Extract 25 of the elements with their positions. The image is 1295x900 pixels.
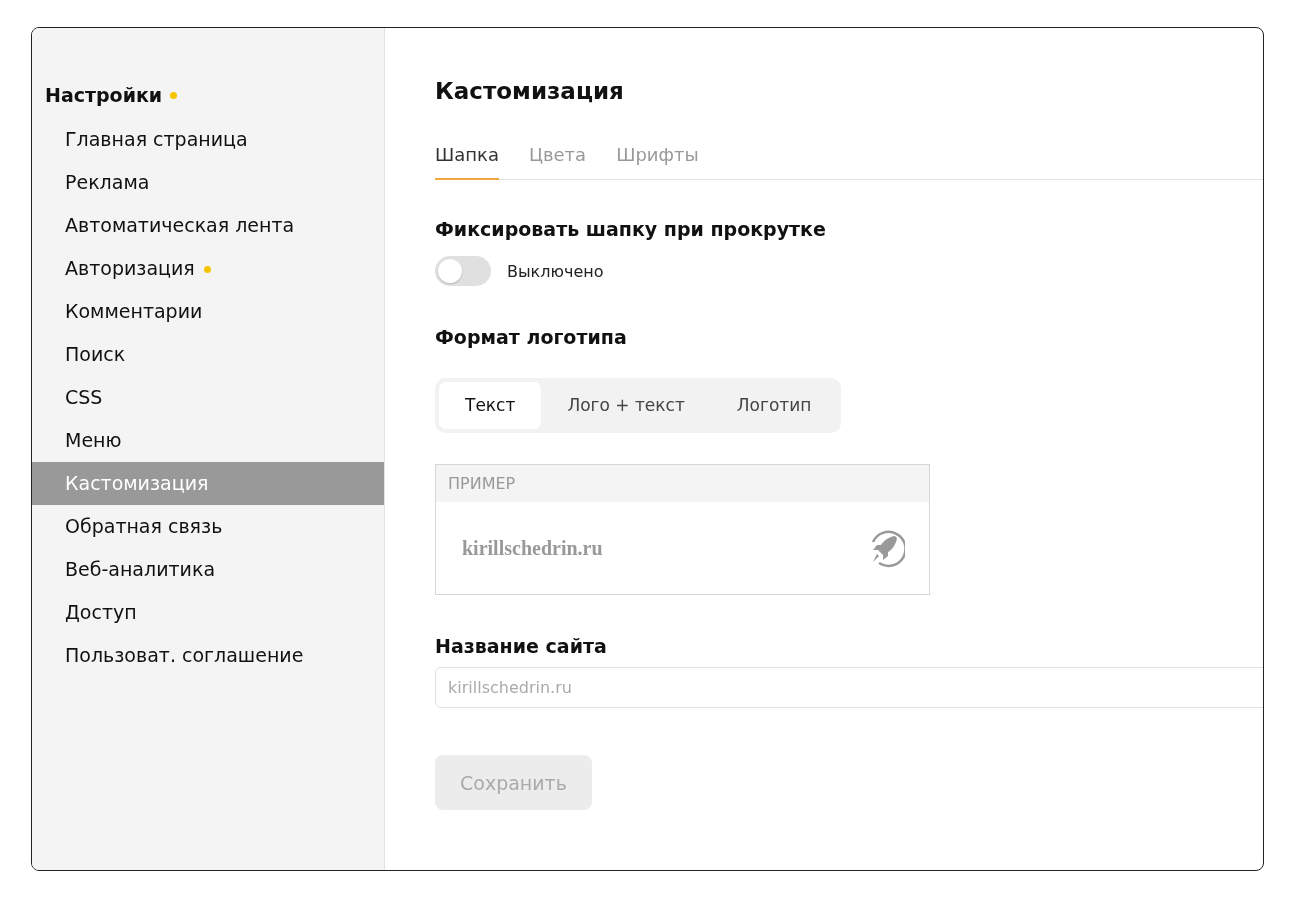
segment-option[interactable]: Текст bbox=[439, 382, 542, 429]
sidebar-item[interactable]: Доступ bbox=[32, 591, 384, 634]
section-heading: Название сайта bbox=[435, 635, 608, 657]
sidebar-item[interactable]: Поиск bbox=[32, 333, 384, 376]
sidebar-item[interactable]: Веб-аналитика bbox=[32, 548, 384, 591]
sidebar-item[interactable]: Автоматическая лента bbox=[32, 204, 384, 247]
toggle-label: Выключено bbox=[507, 261, 604, 281]
sidebar-item[interactable]: Реклама bbox=[32, 161, 384, 204]
sidebar-item[interactable]: CSS bbox=[32, 376, 384, 419]
sidebar-title: Настройки bbox=[45, 84, 163, 106]
sidebar-item[interactable]: Комментарии bbox=[32, 290, 384, 333]
sidebar-item[interactable]: Главная страница bbox=[32, 118, 384, 161]
toggle-switch[interactable] bbox=[435, 256, 491, 286]
sidebar-item[interactable]: Пользоват. соглашение bbox=[32, 634, 384, 677]
sidebar-item[interactable]: Обратная связь bbox=[32, 505, 384, 548]
preview-caption: ПРИМЕР bbox=[436, 465, 929, 502]
page-title: Кастомизация bbox=[435, 78, 625, 104]
section-heading: Формат логотипа bbox=[435, 326, 628, 348]
segment-option[interactable]: Логотип bbox=[710, 382, 838, 429]
site-logo-text: kirillschedrin.ru bbox=[462, 536, 603, 560]
segment-option[interactable]: Лого + текст bbox=[541, 382, 711, 429]
sidebar-item[interactable]: Меню bbox=[32, 419, 384, 462]
sidebar-item[interactable]: Авторизация bbox=[32, 247, 384, 290]
section-heading: Фиксировать шапку при прокрутке bbox=[435, 218, 827, 240]
tab[interactable]: Шапка bbox=[435, 144, 499, 180]
